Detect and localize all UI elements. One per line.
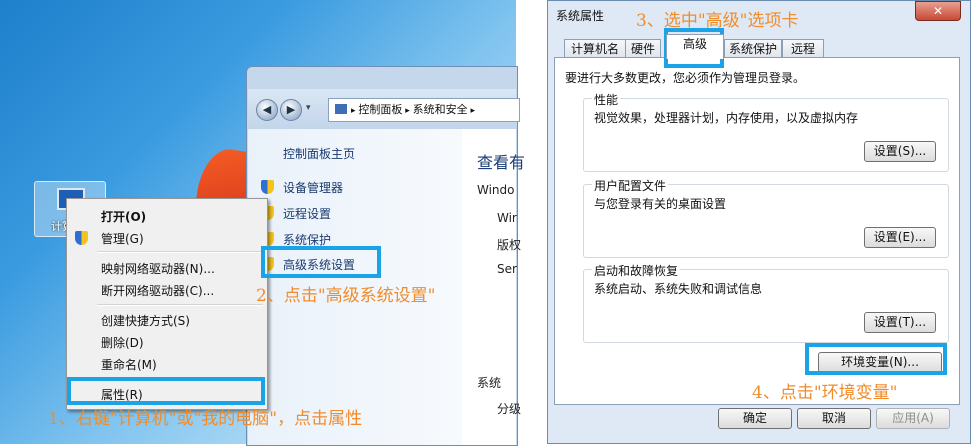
shield-icon [75,231,88,245]
user-profile-title: 用户配置文件 [592,177,669,194]
content-heading: 查看有 [477,153,526,172]
menu-item-map-drive[interactable]: 映射网络驱动器(N)... [101,260,215,277]
sidebar-item-remote-settings[interactable]: 远程设置 [283,205,331,222]
menu-item-delete[interactable]: 删除(D) [101,334,144,351]
sidebar-item-home[interactable]: 控制面板主页 [283,145,355,162]
step-3-annotation: 3、选中"高级"选项卡 [636,11,799,31]
windows-edition-label: Windo [477,183,515,197]
copyright-line: 版权 [497,238,522,252]
highlight-environment-variables [805,343,947,375]
menu-separator [97,251,263,253]
performance-desc: 视觉效果，处理器计划，内存使用，以及虚拟内存 [594,111,859,125]
sidebar-item-device-manager[interactable]: 设备管理器 [283,179,343,196]
tab-system-protection[interactable]: 系统保护 [724,39,782,59]
back-arrow-icon[interactable]: ◀ [256,99,278,121]
cancel-button[interactable]: 取消 [797,408,871,429]
menu-item-disconnect-drive[interactable]: 断开网络驱动器(C)... [101,282,214,299]
service-pack-line: Ser [497,262,517,276]
startup-recovery-title: 启动和故障恢复 [592,262,681,279]
apply-button[interactable]: 应用(A) [876,408,950,429]
admin-note: 要进行大多数更改，您必须作为管理员登录。 [565,71,806,85]
tab-remote[interactable]: 远程 [782,39,824,59]
performance-title: 性能 [592,91,621,108]
menu-separator [97,304,263,306]
address-bar[interactable]: ▸ 控制面板 ▸ 系统和安全 ▸ [328,98,520,122]
startup-recovery-group: 启动和故障恢复 系统启动、系统失败和调试信息 设置(T)... [583,262,949,343]
user-profile-settings-button[interactable]: 设置(E)... [864,227,936,248]
rating-label: 分级 [497,402,522,416]
system-section-label: 系统 [477,376,502,390]
breadcrumb-system-security[interactable]: 系统和安全 [413,103,468,116]
performance-settings-button[interactable]: 设置(S)... [864,141,936,162]
ok-button[interactable]: 确定 [718,408,792,429]
step-2-annotation: 2、点击"高级系统设置" [256,286,436,306]
navigation-bar: ◀ ▶ ▾ ▸ 控制面板 ▸ 系统和安全 ▸ [248,89,520,129]
user-profile-group: 用户配置文件 与您登录有关的桌面设置 设置(E)... [583,177,949,258]
tab-hardware[interactable]: 硬件 [625,39,661,59]
breadcrumb-separator-icon: ▸ [402,106,413,116]
startup-recovery-desc: 系统启动、系统失败和调试信息 [594,282,763,296]
tab-computer-name[interactable]: 计算机名 [564,39,626,59]
tab-advanced[interactable]: 高级 [666,34,724,59]
close-icon[interactable]: ✕ [915,1,961,21]
highlight-properties [67,377,265,405]
breadcrumb-separator-icon: ▸ [467,106,476,116]
startup-recovery-settings-button[interactable]: 设置(T)... [864,312,936,333]
highlight-advanced-settings [261,246,381,278]
shield-icon [261,180,274,194]
performance-group: 性能 视觉效果，处理器计划，内存使用，以及虚拟内存 设置(S)... [583,91,949,172]
forward-arrow-icon[interactable]: ▶ [280,99,302,121]
recent-pages-chevron-icon[interactable]: ▾ [306,103,311,113]
user-profile-desc: 与您登录有关的桌面设置 [594,197,727,211]
edition-line: Wir [497,211,517,225]
menu-item-rename[interactable]: 重命名(M) [101,356,157,373]
breadcrumb-control-panel[interactable]: 控制面板 [358,103,402,116]
menu-item-open[interactable]: 打开(O) [101,208,146,225]
step-4-annotation: 4、点击"环境变量" [752,383,898,403]
control-panel-icon [335,104,347,114]
menu-item-manage[interactable]: 管理(G) [101,230,144,247]
dialog-title: 系统属性 [556,9,605,23]
step-1-annotation: 1、右键"计算机"或"我的电脑"，点击属性 [48,409,363,429]
menu-item-create-shortcut[interactable]: 创建快捷方式(S) [101,312,190,329]
